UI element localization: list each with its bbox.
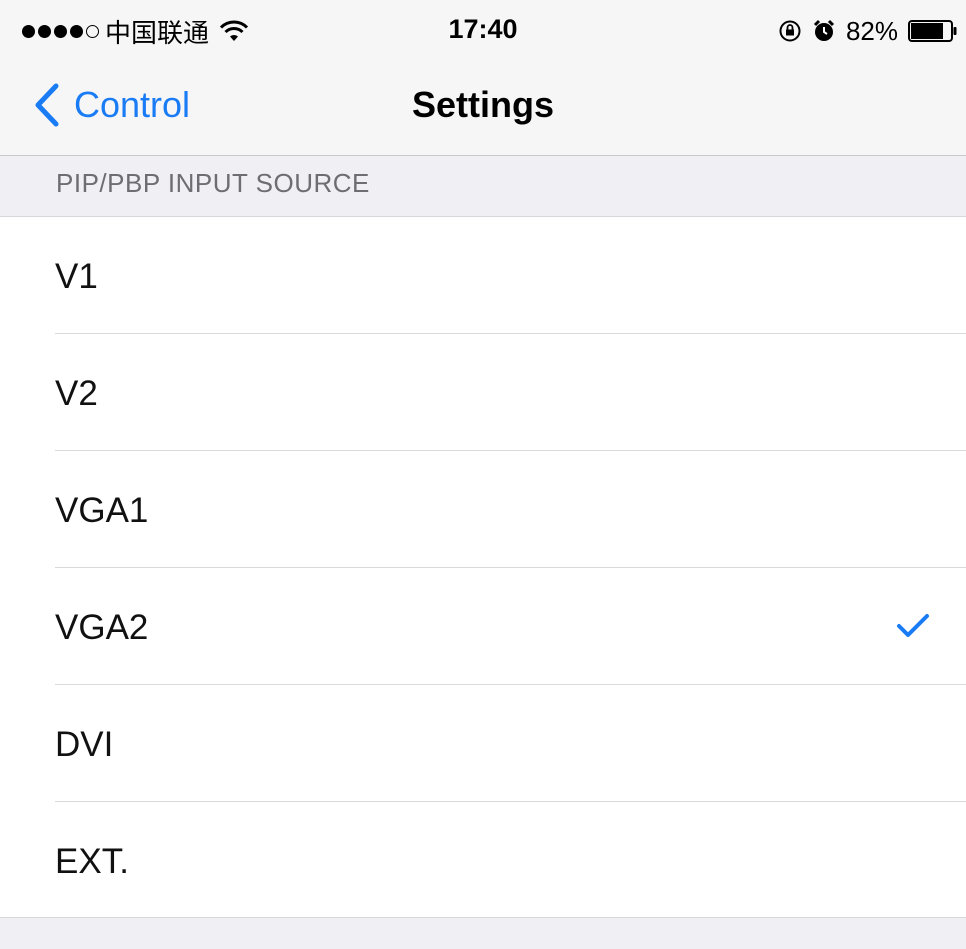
bottom-background bbox=[0, 918, 966, 949]
status-bar: 中国联通 17:40 82% bbox=[0, 0, 966, 60]
status-right: 82% bbox=[778, 13, 958, 49]
option-row-vga2[interactable]: VGA2 bbox=[0, 568, 966, 685]
settings-screen: 中国联通 17:40 82% Control Settings PIP/PBP … bbox=[0, 0, 966, 949]
option-row-ext[interactable]: EXT. bbox=[0, 802, 966, 919]
input-source-list: V1 V2 VGA1 VGA2 DVI EXT. bbox=[0, 217, 966, 918]
battery-icon bbox=[908, 20, 957, 42]
page-title: Settings bbox=[411, 84, 554, 125]
option-label: DVI bbox=[55, 725, 114, 764]
option-label: VGA2 bbox=[55, 608, 149, 647]
option-label: V2 bbox=[55, 374, 98, 413]
option-row-v2[interactable]: V2 bbox=[0, 334, 966, 451]
option-row-v1[interactable]: V1 bbox=[0, 217, 966, 334]
option-row-dvi[interactable]: DVI bbox=[0, 685, 966, 802]
navigation-bar: Control Settings bbox=[0, 60, 966, 155]
alarm-icon bbox=[813, 19, 835, 41]
option-row-vga1[interactable]: VGA1 bbox=[0, 451, 966, 568]
section-header-label: PIP/PBP INPUT SOURCE bbox=[56, 168, 370, 198]
option-label: V1 bbox=[55, 257, 98, 296]
option-label: EXT. bbox=[55, 842, 129, 881]
section-header: PIP/PBP INPUT SOURCE bbox=[0, 156, 966, 217]
option-label: VGA1 bbox=[55, 491, 149, 530]
top-bar: 中国联通 17:40 82% Control Settings bbox=[0, 0, 966, 156]
checkmark-icon bbox=[897, 614, 929, 637]
battery-percent: 82% bbox=[845, 15, 898, 46]
rotation-lock-icon bbox=[779, 20, 801, 42]
